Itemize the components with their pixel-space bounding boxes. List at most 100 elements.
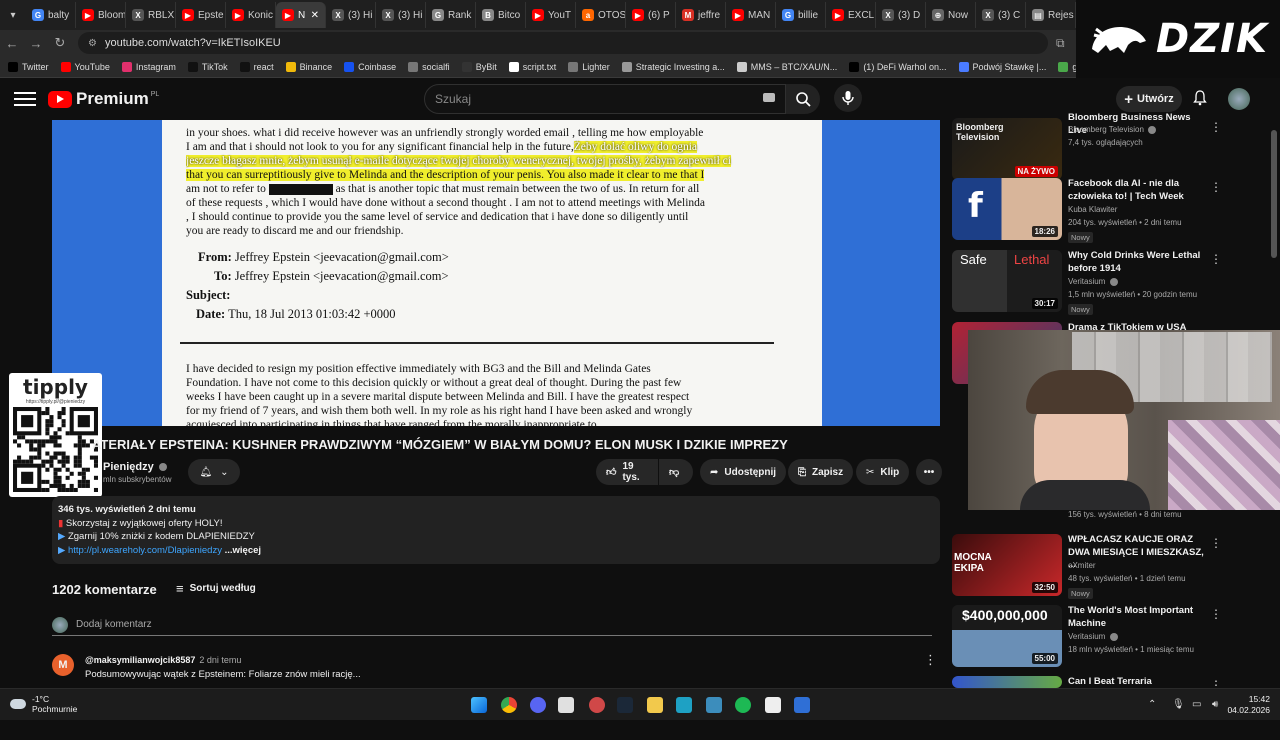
browser-tab[interactable]: X RBLX bbox=[126, 2, 176, 28]
app-icon[interactable] bbox=[558, 697, 574, 713]
bookmark-item[interactable]: Lighter bbox=[568, 61, 610, 72]
back-arrow-icon[interactable]: ← bbox=[0, 36, 24, 51]
video-title[interactable]: Why Cold Drinks Were Lethal before 1914 bbox=[1068, 250, 1208, 275]
share-button[interactable]: ➦ Udostępnij bbox=[700, 459, 787, 485]
clip-button[interactable]: ✂ Klip bbox=[856, 459, 910, 485]
related-video[interactable]: $400,000,000 55:00 The World's Most Import… bbox=[952, 605, 1252, 669]
search-button[interactable] bbox=[786, 84, 820, 114]
video-player[interactable]: in your shoes. what i did receive howeve… bbox=[52, 120, 940, 426]
video-menu-icon[interactable]: ⋮ bbox=[1210, 536, 1222, 550]
video-thumbnail[interactable]: Bloomberg Television NA ŻYWO bbox=[952, 118, 1062, 180]
browser-tab[interactable]: a OTOS bbox=[576, 2, 626, 28]
app-icon[interactable] bbox=[794, 697, 810, 713]
bookmark-item[interactable]: TikTok bbox=[187, 61, 228, 72]
hamburger-menu-icon[interactable] bbox=[14, 92, 36, 106]
video-menu-icon[interactable]: ⋮ bbox=[1210, 252, 1222, 266]
site-info-icon[interactable]: ⚙ bbox=[88, 38, 97, 49]
browser-tab[interactable]: ⊕ Now bbox=[926, 2, 976, 28]
browser-tab[interactable]: ▶ (6) P bbox=[626, 2, 676, 28]
browser-tab[interactable]: Gbillie bbox=[776, 2, 826, 28]
browser-tab[interactable]: X (3) Hi bbox=[326, 2, 376, 28]
bookmark-item[interactable]: react bbox=[239, 61, 274, 72]
bookmark-item[interactable]: Instagram bbox=[121, 61, 176, 72]
bookmark-item[interactable]: script.txt bbox=[508, 61, 556, 72]
bookmark-item[interactable]: Podwój Stawkę |... bbox=[958, 61, 1046, 72]
notifications-bell-icon[interactable] bbox=[1192, 90, 1208, 106]
cast-icon[interactable]: ⧉ bbox=[1056, 36, 1065, 51]
comment-menu-icon[interactable]: ⋮ bbox=[924, 652, 937, 668]
related-video[interactable]: Bloomberg Television NA ŻYWO Bloomberg Bus… bbox=[952, 112, 1252, 182]
browser-tab[interactable]: ▶ EXCL bbox=[826, 2, 876, 28]
browser-tab[interactable]: ▶ Bloom bbox=[76, 2, 126, 28]
tab-search-chevron-icon[interactable]: ▾ bbox=[0, 0, 26, 30]
youtube-logo[interactable]: Premium PL bbox=[48, 89, 159, 109]
close-tab-icon[interactable]: ✕ bbox=[311, 10, 319, 21]
browser-tab[interactable]: B Bitco bbox=[476, 2, 526, 28]
related-video[interactable]: f 18:26 Facebook dla AI - nie dla człowiek… bbox=[952, 178, 1252, 243]
browser-tab[interactable]: ▶ Konic bbox=[226, 2, 276, 28]
browser-tab[interactable]: X (3) Hi bbox=[376, 2, 426, 28]
bookmark-item[interactable]: MMS – BTC/XAU/N... bbox=[736, 61, 837, 72]
dislike-button[interactable]: 👎︎ bbox=[659, 459, 693, 485]
bookmark-item[interactable]: YouTube bbox=[60, 61, 110, 72]
bookmark-item[interactable]: ByBit bbox=[461, 61, 497, 72]
browser-tab[interactable]: Mjeffre bbox=[676, 2, 726, 28]
video-title[interactable]: Facebook dla AI - nie dla człowieka to! … bbox=[1068, 178, 1208, 203]
bookmark-item[interactable]: (1) DeFi Warhol on... bbox=[849, 61, 947, 72]
account-avatar[interactable] bbox=[1228, 88, 1250, 110]
video-thumbnail[interactable]: Safe Lethal 30:17 bbox=[952, 250, 1062, 312]
like-button[interactable]: 👍︎ 19 tys. bbox=[596, 459, 658, 485]
volume-icon[interactable]: 🔊︎ bbox=[1212, 699, 1218, 710]
browser-tab[interactable]: G Rank bbox=[426, 2, 476, 28]
video-title[interactable]: The World's Most Important Machine bbox=[1068, 605, 1208, 630]
browser-tab[interactable]: ▶ N ✕ bbox=[276, 2, 326, 28]
windows-start-icon[interactable] bbox=[471, 697, 487, 713]
video-menu-icon[interactable]: ⋮ bbox=[1210, 120, 1222, 134]
search-input[interactable]: Szukaj bbox=[424, 84, 786, 114]
url-input[interactable]: ⚙ youtube.com/watch?v=IkETIsoIKEU bbox=[78, 32, 1048, 54]
video-menu-icon[interactable]: ⋮ bbox=[1210, 607, 1222, 621]
browser-tab[interactable]: ▶ YouT bbox=[526, 2, 576, 28]
video-thumbnail[interactable]: $400,000,000 55:00 bbox=[952, 605, 1062, 667]
save-button[interactable]: ⎘ Zapisz bbox=[788, 459, 854, 485]
create-button[interactable]: + Utwórz bbox=[1116, 86, 1182, 112]
chrome-icon[interactable] bbox=[501, 697, 517, 713]
channel-name[interactable]: Kuba Klawiter bbox=[1068, 205, 1117, 214]
video-thumbnail[interactable]: f 18:26 bbox=[952, 178, 1062, 240]
bookmark-item[interactable]: Binance bbox=[285, 61, 332, 72]
bookmark-item[interactable]: socialfi bbox=[408, 61, 450, 72]
ccleaner-icon[interactable] bbox=[676, 697, 692, 713]
description-box[interactable]: 346 tys. wyświetleń 2 dni temu ▮ Skorzys… bbox=[52, 496, 940, 564]
clock[interactable]: 15:42 04.02.2026 bbox=[1227, 694, 1270, 716]
browser-tab[interactable]: ▤ Rejes bbox=[1026, 2, 1076, 28]
reload-icon[interactable]: ↻ bbox=[48, 35, 72, 51]
add-comment-input[interactable]: Dodaj komentarz bbox=[52, 614, 932, 636]
app-icon[interactable] bbox=[589, 697, 605, 713]
file-explorer-icon[interactable] bbox=[647, 697, 663, 713]
browser-tab[interactable]: ▶ MAN bbox=[726, 2, 776, 28]
weather-widget[interactable]: -1°C Pochmurnie bbox=[10, 694, 77, 714]
spotify-icon[interactable] bbox=[735, 697, 751, 713]
browser-tab[interactable]: X (3) C bbox=[976, 2, 1026, 28]
related-video[interactable]: Safe Lethal 30:17 Why Cold Drinks Were Leth… bbox=[952, 250, 1252, 315]
subscription-bell-button[interactable]: 🔔︎ ⌄ bbox=[188, 459, 240, 485]
channel-name[interactable]: Bloomberg Television bbox=[1068, 125, 1157, 134]
channel-name[interactable]: Veritasium bbox=[1068, 632, 1118, 641]
channel-name[interactable]: eXmiter bbox=[1068, 561, 1096, 570]
app-icon[interactable] bbox=[706, 697, 722, 713]
channel-name[interactable]: Pieniędzy bbox=[103, 461, 167, 473]
sort-comments-button[interactable]: ≡ Sortuj według bbox=[176, 581, 256, 596]
display-icon[interactable]: ▭ bbox=[1192, 699, 1201, 710]
show-more-link[interactable]: ...więcej bbox=[225, 545, 261, 556]
browser-tab[interactable]: X (3) D bbox=[876, 2, 926, 28]
more-actions-button[interactable]: ••• bbox=[916, 459, 942, 485]
scrollbar[interactable] bbox=[1271, 130, 1277, 258]
video-thumbnail[interactable]: MOCNA EKIPA 32:50 bbox=[952, 534, 1062, 596]
keyboard-icon[interactable] bbox=[763, 93, 775, 102]
discord-icon[interactable] bbox=[530, 697, 546, 713]
app-icon[interactable] bbox=[765, 697, 781, 713]
browser-tab[interactable]: Gbalty bbox=[26, 2, 76, 28]
video-menu-icon[interactable]: ⋮ bbox=[1210, 180, 1222, 194]
bookmark-item[interactable]: Twitter bbox=[8, 61, 49, 72]
steam-icon[interactable] bbox=[617, 697, 633, 713]
